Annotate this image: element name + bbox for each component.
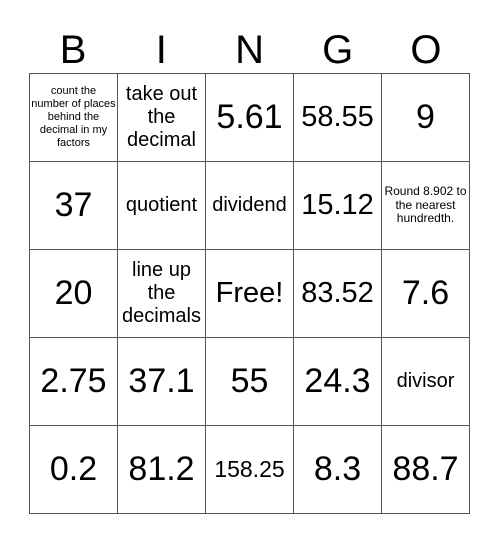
bingo-cell[interactable]: 37.1	[118, 338, 206, 426]
bingo-cell[interactable]: 8.3	[294, 426, 382, 514]
bingo-cell[interactable]: 5.61	[206, 74, 294, 162]
bingo-cell[interactable]: 158.25	[206, 426, 294, 514]
header-letter-i: I	[155, 28, 167, 72]
bingo-cell[interactable]: quotient	[118, 162, 206, 250]
bingo-cell[interactable]: 55	[206, 338, 294, 426]
bingo-cell[interactable]: 37	[30, 162, 118, 250]
bingo-grid: count the number of places behind the de…	[29, 73, 470, 514]
header-letter-n: N	[235, 28, 264, 72]
bingo-cell[interactable]: count the number of places behind the de…	[30, 74, 118, 162]
bingo-cell[interactable]: 58.55	[294, 74, 382, 162]
bingo-cell[interactable]: 15.12	[294, 162, 382, 250]
bingo-cell[interactable]: take out the decimal	[118, 74, 206, 162]
bingo-cell[interactable]: 83.52	[294, 250, 382, 338]
bingo-cell[interactable]: Round 8.902 to the nearest hundredth.	[382, 162, 470, 250]
header-letter-o: O	[410, 28, 442, 72]
bingo-cell[interactable]: dividend	[206, 162, 294, 250]
bingo-cell[interactable]: 81.2	[118, 426, 206, 514]
header-letter-g: G	[322, 28, 354, 72]
bingo-cell[interactable]: divisor	[382, 338, 470, 426]
bingo-header: B I N G O	[29, 28, 470, 73]
header-letter-b: B	[59, 28, 87, 72]
bingo-cell[interactable]: 20	[30, 250, 118, 338]
bingo-cell[interactable]: line up the decimals	[118, 250, 206, 338]
bingo-cell[interactable]: 7.6	[382, 250, 470, 338]
free-space-cell[interactable]: Free!	[206, 250, 294, 338]
bingo-cell[interactable]: 0.2	[30, 426, 118, 514]
bingo-cell[interactable]: 24.3	[294, 338, 382, 426]
bingo-cell[interactable]: 88.7	[382, 426, 470, 514]
bingo-cell[interactable]: 2.75	[30, 338, 118, 426]
bingo-cell[interactable]: 9	[382, 74, 470, 162]
